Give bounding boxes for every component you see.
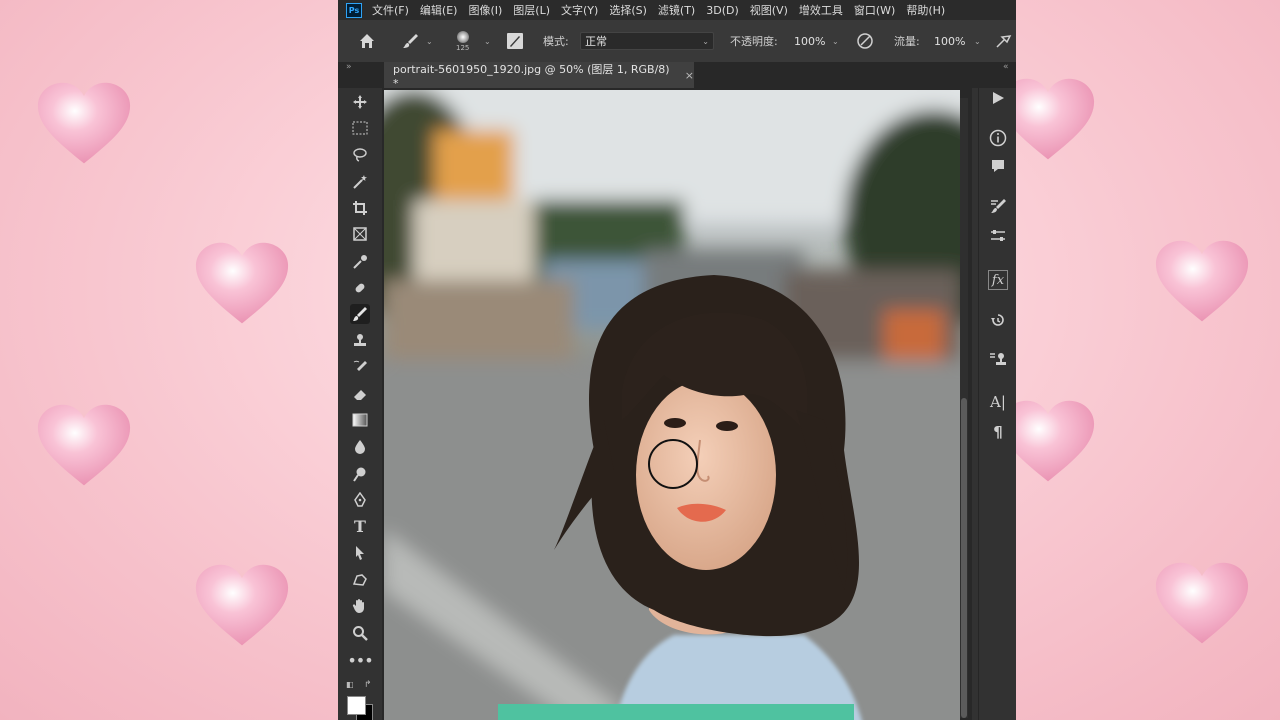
chevron-down-icon: ⌄: [702, 36, 709, 46]
paragraph-icon[interactable]: ¶: [988, 422, 1008, 442]
crop-icon[interactable]: [350, 198, 370, 218]
comment-icon[interactable]: [988, 156, 1008, 176]
marquee-icon[interactable]: [350, 118, 370, 138]
tools-panel: T ••• ◧ ↱: [338, 88, 383, 720]
options-bar: ⌄ 125 ⌄ 模式: 正常 ⌄ 不透明度: 100% ⌄ 流量: 100% ⌄: [338, 20, 1016, 63]
opacity-label: 不透明度:: [730, 35, 778, 48]
menu-help[interactable]: 帮助(H): [906, 2, 945, 18]
chevron-down-icon[interactable]: ⌄: [484, 20, 491, 62]
flow-value: 100%: [934, 34, 966, 48]
frame-icon[interactable]: [350, 224, 370, 244]
history-brush-icon[interactable]: [350, 358, 370, 378]
menu-file[interactable]: 文件(F): [372, 2, 409, 18]
collapse-panel-icon[interactable]: »: [346, 62, 352, 72]
swap-colors-icon[interactable]: ↱: [364, 680, 372, 690]
hand-icon[interactable]: [350, 596, 370, 616]
play-icon[interactable]: [988, 88, 1008, 108]
photoshop-logo-icon: Ps: [346, 2, 362, 18]
path-select-icon[interactable]: [350, 543, 370, 563]
eyedropper-icon[interactable]: [350, 252, 370, 272]
heart-decoration: [1155, 240, 1249, 322]
character-icon[interactable]: A|: [988, 392, 1008, 412]
heart-decoration: [195, 242, 289, 324]
clone-source-icon[interactable]: [988, 350, 1008, 370]
adjustments-icon[interactable]: [988, 226, 1008, 246]
color-swatches[interactable]: ◧ ↱: [346, 680, 374, 720]
brush-icon[interactable]: [350, 304, 370, 324]
caption-bar: [498, 704, 854, 720]
brush-size-picker[interactable]: 125: [456, 20, 469, 62]
menu-type[interactable]: 文字(Y): [561, 2, 598, 18]
lasso-icon[interactable]: [350, 145, 370, 165]
flow-input[interactable]: 100%: [930, 32, 970, 50]
portrait-photo[interactable]: [384, 90, 960, 720]
heart-decoration: [37, 82, 131, 164]
document-title: portrait-5601950_1920.jpg @ 50% (图层 1, R…: [393, 62, 670, 90]
chevron-down-icon[interactable]: ⌄: [832, 20, 839, 62]
home-icon[interactable]: [358, 20, 376, 62]
menu-layer[interactable]: 图层(L): [513, 2, 550, 18]
photoshop-window: Ps 文件(F) 编辑(E) 图像(I) 图层(L) 文字(Y) 选择(S) 滤…: [338, 0, 1016, 720]
menu-3d[interactable]: 3D(D): [706, 4, 739, 17]
blur-icon[interactable]: [350, 437, 370, 457]
heart-decoration: [37, 404, 131, 486]
fx-icon[interactable]: fx: [988, 270, 1008, 290]
airbrush-icon[interactable]: [994, 20, 1012, 62]
stamp-icon[interactable]: [350, 331, 370, 351]
menu-edit[interactable]: 编辑(E): [420, 2, 458, 18]
blend-mode-value: 正常: [585, 35, 607, 48]
menu-view[interactable]: 视图(V): [750, 2, 788, 18]
dodge-icon[interactable]: [350, 464, 370, 484]
menu-window[interactable]: 窗口(W): [854, 2, 895, 18]
heart-decoration: [195, 564, 289, 646]
portrait-image: [384, 90, 960, 720]
collapse-panel-icon[interactable]: «: [1003, 62, 1009, 72]
brush-settings-icon[interactable]: [988, 196, 1008, 216]
flow-label: 流量:: [894, 35, 920, 48]
zoom-icon[interactable]: [350, 623, 370, 643]
vertical-scrollbar[interactable]: [960, 98, 968, 718]
healing-brush-icon[interactable]: [350, 278, 370, 298]
chevron-down-icon[interactable]: ⌄: [974, 20, 981, 62]
more-icon[interactable]: •••: [347, 650, 373, 670]
type-icon[interactable]: T: [350, 516, 370, 536]
move-icon[interactable]: [350, 92, 370, 112]
document-tab-bar: » « portrait-5601950_1920.jpg @ 50% (图层 …: [338, 62, 1016, 90]
info-icon[interactable]: [988, 128, 1008, 148]
scrollbar-thumb[interactable]: [961, 398, 967, 718]
brush-tool-preset-icon[interactable]: ⌄: [402, 20, 433, 62]
close-icon[interactable]: ×: [685, 69, 694, 82]
shape-icon[interactable]: [350, 570, 370, 590]
history-icon[interactable]: [988, 310, 1008, 330]
menu-filter[interactable]: 滤镜(T): [658, 2, 695, 18]
default-colors-icon[interactable]: ◧: [346, 680, 354, 689]
chevron-down-icon[interactable]: ⌄: [426, 37, 433, 46]
brush-size-value: 125: [456, 43, 470, 52]
canvas-area[interactable]: [382, 88, 972, 720]
right-panel-dock: fx A| ¶: [978, 88, 1016, 720]
heart-decoration: [1155, 562, 1249, 644]
menu-image[interactable]: 图像(I): [468, 2, 502, 18]
menu-bar: Ps 文件(F) 编辑(E) 图像(I) 图层(L) 文字(Y) 选择(S) 滤…: [338, 0, 1016, 20]
gradient-icon[interactable]: [350, 410, 370, 430]
foreground-color-swatch[interactable]: [347, 696, 366, 715]
pen-icon[interactable]: [350, 490, 370, 510]
blend-mode-select[interactable]: 正常 ⌄: [580, 32, 714, 50]
menu-select[interactable]: 选择(S): [609, 2, 647, 18]
opacity-input[interactable]: 100%: [790, 32, 830, 50]
document-tab[interactable]: portrait-5601950_1920.jpg @ 50% (图层 1, R…: [384, 62, 694, 90]
menu-plugins[interactable]: 增效工具: [799, 2, 843, 18]
soft-brush-tip-icon: [456, 30, 469, 43]
opacity-value: 100%: [794, 34, 826, 48]
brush-settings-panel-icon[interactable]: [506, 20, 524, 62]
pressure-opacity-icon[interactable]: [856, 20, 874, 62]
mode-label: 模式:: [543, 35, 569, 48]
eraser-icon[interactable]: [350, 384, 370, 404]
magic-wand-icon[interactable]: [350, 172, 370, 192]
